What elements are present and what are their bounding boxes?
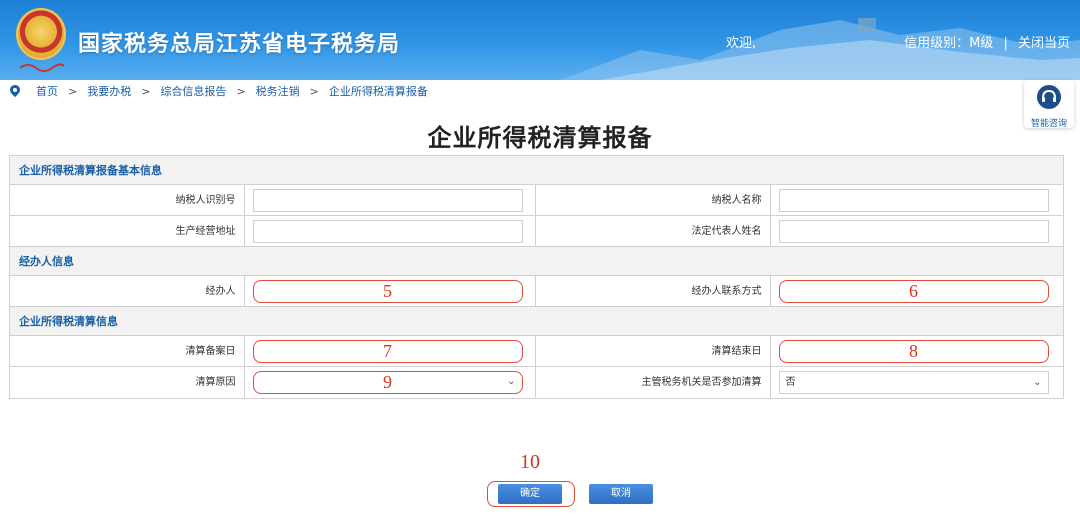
welcome-text: 欢迎, — [726, 36, 757, 51]
location-pin-icon — [10, 85, 20, 97]
taxpayer-id-label: 纳税人识别号 — [10, 185, 245, 215]
end-date-field[interactable]: 8 — [778, 340, 1049, 363]
end-date-label: 清算结束日 — [536, 336, 771, 366]
breadcrumb-separator: > — [309, 84, 319, 98]
tax-emblem-caption-icon — [19, 63, 64, 72]
tax-authority-cell: 否 ⌄ — [771, 367, 1063, 398]
reason-marker: 9 — [383, 372, 393, 392]
section-basic-info: 企业所得税清算报备基本信息 — [10, 156, 1063, 185]
section-liquidation-info: 企业所得税清算信息 — [10, 307, 1063, 336]
chevron-down-icon: ⌄ — [507, 376, 516, 387]
cancel-button[interactable]: 取消 — [589, 484, 653, 504]
breadcrumb: 首页 > 我要办税 > 综合信息报告 > 税务注销 > 企业所得税清算报备 — [0, 80, 1080, 102]
breadcrumb-separator: > — [236, 84, 246, 98]
header-separator: | — [1003, 36, 1008, 51]
business-address-label: 生产经营地址 — [10, 216, 245, 246]
form-row: 清算原因 9 ⌄ 主管税务机关是否参加清算 否 ⌄ — [10, 367, 1063, 398]
tax-authority-value: 否 — [785, 377, 796, 388]
form-row: 生产经营地址 法定代表人姓名 — [10, 216, 1063, 247]
legal-rep-cell — [771, 216, 1063, 246]
breadcrumb-separator: > — [141, 84, 151, 98]
tax-authority-label: 主管税务机关是否参加清算 — [536, 367, 771, 398]
filing-date-cell: 7 — [245, 336, 536, 366]
credit-level-link[interactable]: 信用级别：M级 — [904, 36, 993, 51]
header-banner: 国家税务总局江苏省电子税务局 欢迎, 信用级别：M级 | 关闭当页 — [0, 0, 1080, 80]
tax-authority-select[interactable]: 否 ⌄ — [778, 371, 1049, 394]
reason-label: 清算原因 — [10, 367, 245, 398]
confirm-button[interactable]: 确定 — [498, 484, 562, 504]
chevron-down-icon: ⌄ — [1033, 377, 1042, 388]
handler-field[interactable]: 5 — [252, 280, 523, 303]
legal-rep-label: 法定代表人姓名 — [536, 216, 771, 246]
filing-date-field[interactable]: 7 — [252, 340, 523, 363]
taxpayer-id-cell — [245, 185, 536, 215]
headset-icon — [1037, 85, 1061, 109]
header-right-links: 信用级别：M级 | 关闭当页 — [904, 32, 1070, 51]
handler-contact-field[interactable]: 6 — [778, 280, 1049, 303]
legal-rep-field[interactable] — [778, 220, 1049, 243]
handler-cell: 5 — [245, 276, 536, 306]
taxpayer-name-label: 纳税人名称 — [536, 185, 771, 215]
section-handler-info: 经办人信息 — [10, 247, 1063, 276]
end-date-cell: 8 — [771, 336, 1063, 366]
form-row: 经办人 5 经办人联系方式 6 — [10, 276, 1063, 307]
close-page-link[interactable]: 关闭当页 — [1018, 36, 1070, 51]
tax-emblem-logo — [16, 8, 66, 60]
business-address-field[interactable] — [252, 220, 523, 243]
handler-contact-label: 经办人联系方式 — [536, 276, 771, 306]
filing-date-label: 清算备案日 — [10, 336, 245, 366]
confirm-step-marker: 10 — [520, 451, 540, 473]
reason-select[interactable]: 9 ⌄ — [252, 371, 523, 394]
handler-label: 经办人 — [10, 276, 245, 306]
taxpayer-name-cell — [771, 185, 1063, 215]
page-title: 企业所得税清算报备 — [427, 124, 653, 152]
breadcrumb-tax-cancellation[interactable]: 税务注销 — [256, 83, 300, 99]
handler-contact-cell: 6 — [771, 276, 1063, 306]
breadcrumb-tax-handling[interactable]: 我要办税 — [87, 83, 131, 99]
taxpayer-name-field[interactable] — [778, 189, 1049, 212]
form-row: 清算备案日 7 清算结束日 8 — [10, 336, 1063, 367]
breadcrumb-separator: > — [68, 84, 78, 98]
reason-cell: 9 ⌄ — [245, 367, 536, 398]
liquidation-form: 企业所得税清算报备基本信息 纳税人识别号 纳税人名称 生产经营地址 法定代表人姓… — [9, 155, 1064, 399]
site-title: 国家税务总局江苏省电子税务局 — [78, 32, 401, 57]
breadcrumb-info-report[interactable]: 综合信息报告 — [160, 83, 226, 99]
breadcrumb-current: 企业所得税清算报备 — [328, 85, 428, 98]
breadcrumb-home[interactable]: 首页 — [36, 83, 58, 99]
business-address-cell — [245, 216, 536, 246]
taxpayer-id-field[interactable] — [252, 189, 523, 212]
form-row: 纳税人识别号 纳税人名称 — [10, 185, 1063, 216]
